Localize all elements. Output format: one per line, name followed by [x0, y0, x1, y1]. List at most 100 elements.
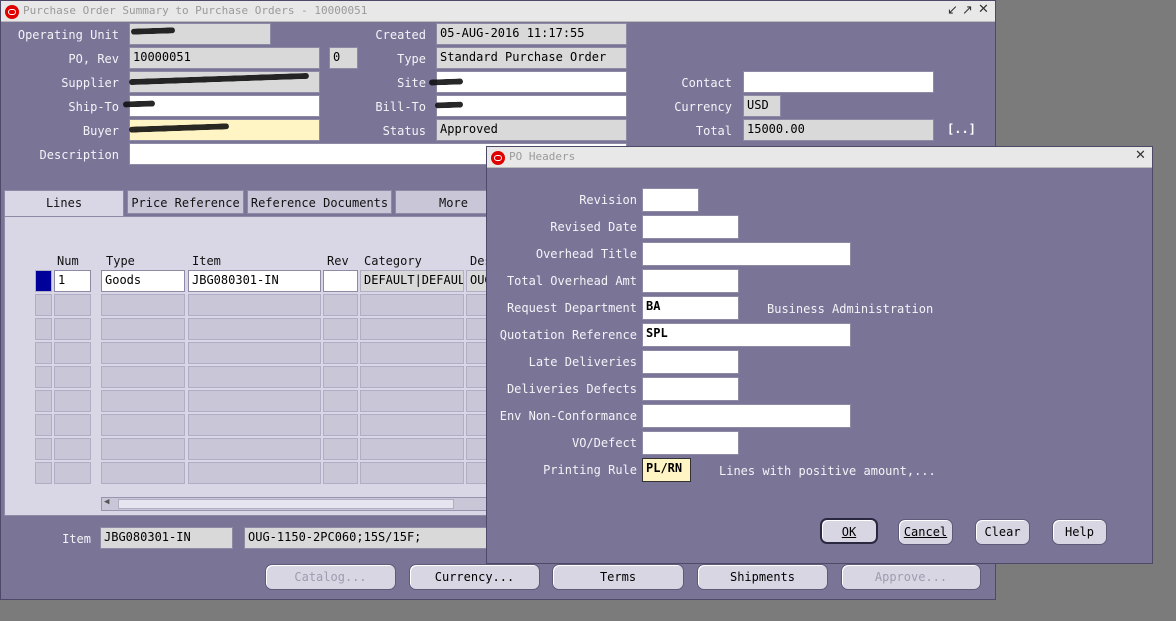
total-overhead-amt-input[interactable] — [642, 269, 739, 293]
env-non-conformance-input[interactable] — [642, 404, 851, 428]
clear-button[interactable]: Clear — [975, 519, 1030, 545]
table-cell[interactable] — [360, 462, 464, 484]
maximize-icon[interactable]: ↗ — [962, 3, 973, 18]
main-titlebar[interactable]: Purchase Order Summary to Purchase Order… — [1, 1, 995, 22]
type-field[interactable]: Standard Purchase Order — [436, 47, 627, 69]
line-rev-cell[interactable] — [323, 270, 358, 292]
table-cell[interactable] — [54, 438, 91, 460]
table-cell[interactable] — [360, 414, 464, 436]
row-selector[interactable] — [35, 270, 52, 292]
approve-button[interactable]: Approve... — [841, 564, 981, 590]
ok-button[interactable]: OK — [820, 518, 878, 544]
tab-lines[interactable]: Lines — [4, 190, 124, 217]
table-cell[interactable] — [360, 318, 464, 340]
table-cell[interactable] — [54, 318, 91, 340]
row-selector[interactable] — [35, 438, 52, 460]
bill-to-field[interactable] — [436, 95, 627, 117]
item-field[interactable]: JBG080301-IN — [100, 527, 233, 549]
table-cell[interactable] — [323, 414, 358, 436]
site-field[interactable] — [436, 71, 627, 93]
overhead-title-input[interactable] — [642, 242, 851, 266]
table-cell[interactable] — [101, 438, 185, 460]
table-cell[interactable] — [188, 318, 321, 340]
table-cell[interactable] — [101, 390, 185, 412]
tab-reference-documents[interactable]: Reference Documents — [247, 190, 392, 214]
revision-label: Revision — [579, 193, 637, 207]
table-cell[interactable] — [323, 390, 358, 412]
item-description-field[interactable]: OUG-1150-2PC060;15S/15F; — [244, 527, 494, 549]
line-category-cell[interactable]: DEFAULT|DEFAULT — [360, 270, 464, 292]
catalog-button[interactable]: Catalog... — [265, 564, 396, 590]
horizontal-scrollbar[interactable]: ◀ — [101, 497, 499, 511]
table-cell[interactable] — [188, 294, 321, 316]
table-cell[interactable] — [323, 366, 358, 388]
request-department-input[interactable]: BA — [642, 296, 739, 320]
table-cell[interactable] — [323, 438, 358, 460]
table-cell[interactable] — [54, 366, 91, 388]
table-cell[interactable] — [360, 366, 464, 388]
shipments-button[interactable]: Shipments — [697, 564, 828, 590]
total-field[interactable]: 15000.00 — [743, 119, 934, 141]
table-cell[interactable] — [188, 342, 321, 364]
table-cell[interactable] — [360, 294, 464, 316]
created-field[interactable]: 05-AUG-2016 11:17:55 — [436, 23, 627, 45]
table-cell[interactable] — [360, 390, 464, 412]
vo-defect-input[interactable] — [642, 431, 739, 455]
row-selector[interactable] — [35, 294, 52, 316]
currency-button[interactable]: Currency... — [409, 564, 540, 590]
late-deliveries-input[interactable] — [642, 350, 739, 374]
table-cell[interactable] — [188, 414, 321, 436]
line-item-cell[interactable]: JBG080301-IN — [188, 270, 321, 292]
cancel-button[interactable]: Cancel — [898, 519, 953, 545]
table-cell[interactable] — [188, 366, 321, 388]
table-cell[interactable] — [54, 462, 91, 484]
table-cell[interactable] — [101, 462, 185, 484]
quotation-reference-input[interactable]: SPL — [642, 323, 851, 347]
tab-price-reference[interactable]: Price Reference — [127, 190, 244, 214]
terms-button[interactable]: Terms — [552, 564, 684, 590]
table-cell[interactable] — [188, 390, 321, 412]
row-selector[interactable] — [35, 390, 52, 412]
table-cell[interactable] — [54, 342, 91, 364]
close-icon[interactable]: ✕ — [1135, 148, 1146, 163]
po-number-field[interactable]: 10000051 — [129, 47, 320, 69]
table-cell[interactable] — [101, 366, 185, 388]
status-field[interactable]: Approved — [436, 119, 627, 141]
table-cell[interactable] — [360, 342, 464, 364]
row-selector[interactable] — [35, 414, 52, 436]
scrollbar-thumb[interactable] — [118, 499, 454, 509]
total-lov-button[interactable]: [..] — [947, 122, 976, 136]
table-cell[interactable] — [323, 318, 358, 340]
table-cell[interactable] — [101, 342, 185, 364]
currency-field[interactable]: USD — [743, 95, 781, 117]
dialog-titlebar[interactable]: PO Headers ✕ — [487, 147, 1152, 168]
close-icon[interactable]: ✕ — [978, 2, 989, 17]
contact-field[interactable] — [743, 71, 934, 93]
table-cell[interactable] — [323, 294, 358, 316]
table-cell[interactable] — [54, 390, 91, 412]
revision-input[interactable] — [642, 188, 699, 212]
table-cell[interactable] — [101, 414, 185, 436]
row-selector[interactable] — [35, 318, 52, 340]
table-cell[interactable] — [101, 318, 185, 340]
table-cell[interactable] — [54, 414, 91, 436]
row-selector[interactable] — [35, 462, 52, 484]
table-cell[interactable] — [188, 438, 321, 460]
table-cell[interactable] — [101, 294, 185, 316]
help-button[interactable]: Help — [1052, 519, 1107, 545]
table-cell[interactable] — [54, 294, 91, 316]
printing-rule-input[interactable]: PL/RN — [642, 458, 691, 482]
line-num-cell[interactable]: 1 — [54, 270, 91, 292]
table-cell[interactable] — [188, 462, 321, 484]
row-selector[interactable] — [35, 366, 52, 388]
table-cell[interactable] — [360, 438, 464, 460]
minimize-icon[interactable]: ↙ — [947, 3, 958, 18]
deliveries-defects-input[interactable] — [642, 377, 739, 401]
ship-to-field[interactable] — [129, 95, 320, 117]
scroll-left-icon[interactable]: ◀ — [104, 497, 109, 507]
revised-date-input[interactable] — [642, 215, 739, 239]
row-selector[interactable] — [35, 342, 52, 364]
table-cell[interactable] — [323, 342, 358, 364]
table-cell[interactable] — [323, 462, 358, 484]
line-type-cell[interactable]: Goods — [101, 270, 185, 292]
